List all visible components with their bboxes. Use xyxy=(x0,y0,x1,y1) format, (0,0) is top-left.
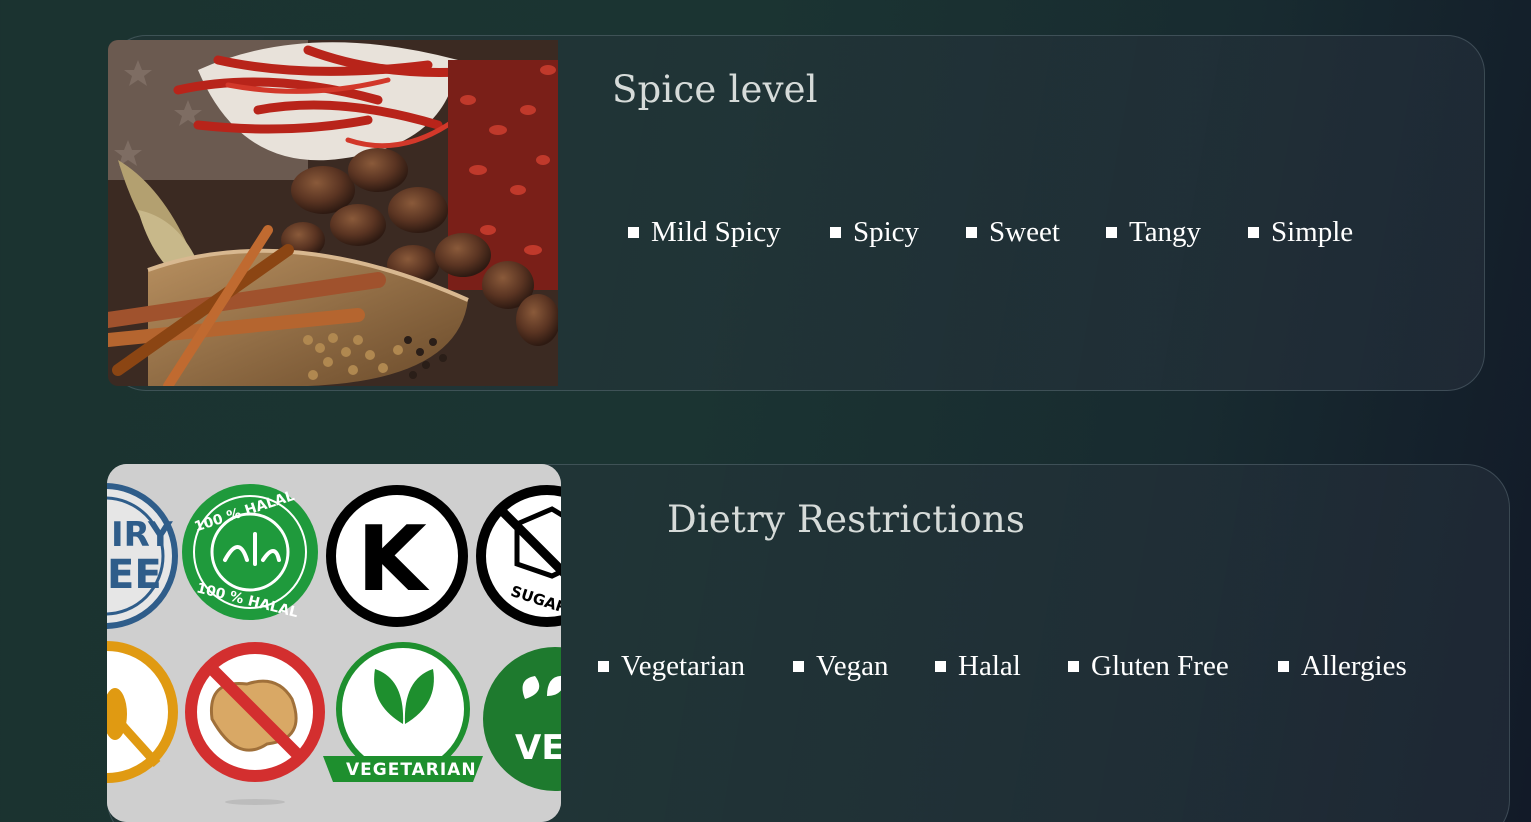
bullet-icon xyxy=(1248,227,1259,238)
vegetarian-badge-text: VEGETARIAN xyxy=(346,760,477,780)
option-gluten-free[interactable]: Gluten Free xyxy=(1068,648,1229,684)
option-vegan[interactable]: Vegan xyxy=(793,648,888,684)
kosher-badge: K xyxy=(326,485,468,627)
kosher-badge-letter: K xyxy=(357,507,430,612)
bullet-icon xyxy=(966,227,977,238)
option-label: Mild Spicy xyxy=(651,216,781,248)
option-label: Allergies xyxy=(1301,650,1407,682)
option-label: Tangy xyxy=(1129,216,1202,248)
bullet-icon xyxy=(830,227,841,238)
dietary-badges-illustration: IRY EE 100 % HALAL 100 % HALAL K SUGAR V… xyxy=(107,464,561,822)
option-label: Vegan xyxy=(816,650,889,682)
bullet-icon xyxy=(1068,661,1079,672)
bullet-icon xyxy=(935,661,946,672)
option-label: Sweet xyxy=(989,216,1060,248)
option-label: Simple xyxy=(1271,216,1354,248)
dietary-restrictions-options: Vegetarian Vegan Halal Gluten Free Aller… xyxy=(598,648,1438,688)
bullet-icon xyxy=(1278,661,1289,672)
option-label: Gluten Free xyxy=(1091,650,1229,682)
option-mild-spicy[interactable]: Mild Spicy xyxy=(628,214,781,250)
option-spicy[interactable]: Spicy xyxy=(830,214,919,250)
option-sweet[interactable]: Sweet xyxy=(966,214,1060,250)
bullet-icon xyxy=(793,661,804,672)
option-vegetarian[interactable]: Vegetarian xyxy=(598,648,745,684)
option-label: Halal xyxy=(958,650,1021,682)
option-tangy[interactable]: Tangy xyxy=(1106,214,1201,250)
spices-illustration xyxy=(108,40,558,386)
bullet-icon xyxy=(1106,227,1117,238)
dietary-badges-photo: IRY EE 100 % HALAL 100 % HALAL K SUGAR V… xyxy=(107,464,561,822)
dietary-restrictions-title: Dietry Restrictions xyxy=(667,498,1026,541)
option-simple[interactable]: Simple xyxy=(1248,214,1353,250)
bullet-icon xyxy=(598,661,609,672)
option-halal[interactable]: Halal xyxy=(935,648,1021,684)
option-allergies[interactable]: Allergies xyxy=(1278,648,1407,684)
option-label: Spicy xyxy=(853,216,920,248)
spice-level-options: Mild Spicy Spicy Sweet Tangy Simple xyxy=(628,214,1388,254)
vegan-badge-text: VEG xyxy=(515,728,561,768)
dairy-free-badge-text-top: IRY xyxy=(111,515,173,555)
dairy-free-badge-text-bottom: EE xyxy=(107,552,162,598)
bullet-icon xyxy=(628,227,639,238)
option-label: Vegetarian xyxy=(621,650,745,682)
spice-level-title: Spice level xyxy=(612,68,818,111)
spices-photo xyxy=(108,40,558,386)
